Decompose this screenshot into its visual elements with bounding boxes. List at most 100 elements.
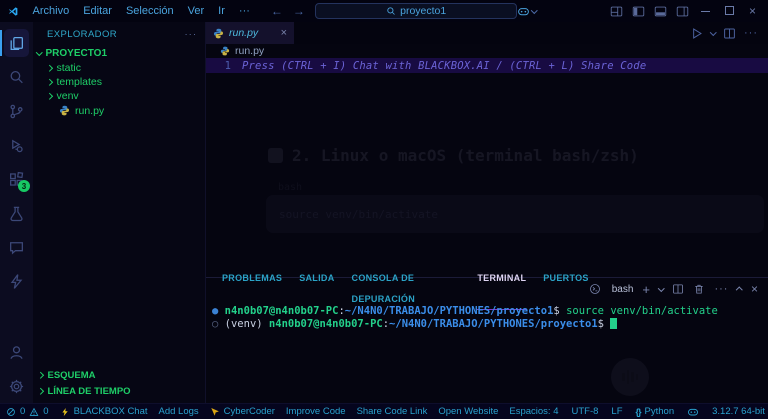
chevron-right-icon	[46, 93, 52, 99]
copilot-status-icon[interactable]	[687, 406, 699, 418]
explorer-title: EXPLORADOR	[47, 29, 117, 40]
python-interpreter-status[interactable]: 3.12.7 64-bit	[712, 406, 765, 417]
new-terminal-icon[interactable]: +	[642, 282, 650, 297]
ghost-code-block: source venv/bin/activate	[266, 195, 764, 233]
bash-terminal-icon	[589, 283, 601, 295]
python-file-icon	[59, 105, 70, 116]
gear-icon	[8, 378, 25, 395]
command-center-search[interactable]: proyecto1	[315, 3, 518, 19]
ghost-code-language: bash	[278, 182, 302, 193]
code-editor[interactable]: 1 Press (CTRL + I) Chat with BLACKBOX.AI…	[206, 58, 768, 277]
status-label: CyberCoder	[224, 406, 275, 417]
settings-button[interactable]	[0, 369, 33, 403]
menu-ir[interactable]: Ir	[211, 0, 232, 22]
add-logs-button[interactable]: Add Logs	[159, 406, 199, 417]
folder-venv[interactable]: venv	[33, 89, 205, 103]
menu-ver[interactable]: Ver	[181, 0, 212, 22]
ghost-bullet-icon	[268, 148, 283, 163]
status-label: Espacios: 4	[509, 406, 558, 417]
explorer-more-actions[interactable]: ···	[185, 29, 198, 40]
chevron-right-icon	[37, 372, 43, 378]
problems-status[interactable]: 0 0	[6, 406, 49, 417]
menu-archivo[interactable]: Archivo	[26, 0, 77, 22]
toggle-sidebar-icon[interactable]	[632, 5, 645, 18]
split-editor-icon[interactable]	[723, 27, 736, 40]
open-website-button[interactable]: Open Website	[438, 406, 498, 417]
activity-search[interactable]	[0, 60, 33, 94]
kill-terminal-trash-icon[interactable]	[693, 283, 705, 295]
activity-extensions[interactable]: 3	[0, 162, 33, 196]
extensions-badge: 3	[18, 180, 30, 192]
chevron-right-icon	[37, 388, 43, 394]
back-arrow-icon[interactable]: ←	[271, 4, 283, 18]
flask-icon	[8, 205, 25, 222]
status-label: Improve Code	[286, 406, 346, 417]
split-terminal-icon[interactable]	[672, 283, 684, 295]
indent-status[interactable]: Espacios: 4	[509, 406, 558, 417]
account-icon	[8, 344, 25, 361]
git-branch-icon	[8, 103, 25, 120]
line-number: 1	[206, 60, 242, 72]
close-button[interactable]: ×	[746, 0, 759, 22]
blackbox-chat-button[interactable]: BLACKBOX Chat	[60, 406, 148, 417]
copilot-icon	[517, 5, 530, 18]
section-label: ESQUEMA	[48, 370, 96, 381]
activity-testing[interactable]	[0, 196, 33, 230]
activity-blackbox[interactable]	[0, 264, 33, 298]
lightning-icon	[60, 407, 70, 417]
status-label: Python	[645, 406, 675, 417]
status-label: BLACKBOX Chat	[74, 406, 148, 417]
menu-editar[interactable]: Editar	[76, 0, 119, 22]
section-label: LÍNEA DE TIEMPO	[48, 386, 131, 397]
activity-run-debug[interactable]	[0, 128, 33, 162]
toggle-secondary-sidebar-icon[interactable]	[676, 5, 689, 18]
cybercoder-button[interactable]: CyberCoder	[210, 406, 275, 417]
terminal-output[interactable]: ● n4n0b07@n4n0b07-PC:~/N4N0/TRABAJO/PYTH…	[206, 300, 768, 403]
menu-more[interactable]: ···	[232, 0, 257, 22]
search-value: proyecto1	[400, 5, 446, 17]
copilot-menu[interactable]	[517, 5, 537, 18]
chevron-right-icon	[46, 79, 52, 85]
run-python-file-icon[interactable]	[690, 27, 703, 40]
comment-icon	[8, 239, 25, 256]
timeline-section[interactable]: LÍNEA DE TIEMPO	[33, 386, 205, 397]
folder-static[interactable]: static	[33, 61, 205, 75]
file-label: run.py	[75, 105, 104, 117]
customize-layout-icon[interactable]	[610, 5, 623, 18]
folder-templates[interactable]: templates	[33, 75, 205, 89]
restore-button[interactable]	[722, 0, 737, 22]
activity-chat[interactable]	[0, 230, 33, 264]
menu-seleccion[interactable]: Selección	[119, 0, 181, 22]
editor-tab-bar: run.py × ···	[206, 22, 768, 44]
improve-code-button[interactable]: Improve Code	[286, 406, 346, 417]
file-run-py[interactable]: run.py	[33, 103, 205, 118]
maximize-panel-chevron-icon[interactable]	[737, 287, 743, 293]
explorer-sidebar: EXPLORADOR ··· PROYECTO1 static template…	[33, 22, 205, 403]
activity-explorer[interactable]	[0, 26, 33, 60]
terminal-dropdown-chevron-icon[interactable]	[658, 285, 664, 291]
activity-source-control[interactable]	[0, 94, 33, 128]
share-code-link-button[interactable]: Share Code Link	[357, 406, 428, 417]
status-bar: 0 0 BLACKBOX Chat Add Logs CyberCoder Im…	[0, 403, 768, 419]
tab-run-py[interactable]: run.py ×	[206, 22, 294, 44]
warning-count: 0	[43, 406, 48, 417]
panel-more-actions[interactable]: ···	[714, 283, 728, 295]
error-count: 0	[20, 406, 25, 417]
toggle-panel-icon[interactable]	[654, 5, 667, 18]
forward-arrow-icon[interactable]: →	[293, 4, 305, 18]
outline-section[interactable]: ESQUEMA	[33, 370, 205, 381]
language-mode-status[interactable]: {} Python	[636, 406, 675, 417]
editor-more-actions[interactable]: ···	[744, 27, 758, 39]
account-button[interactable]	[0, 335, 33, 369]
breadcrumb[interactable]: run.py	[206, 44, 768, 58]
project-root-folder[interactable]: PROYECTO1	[33, 46, 205, 61]
encoding-status[interactable]: UTF-8	[572, 406, 599, 417]
eol-status[interactable]: LF	[611, 406, 622, 417]
run-dropdown-chevron-icon[interactable]	[710, 29, 716, 35]
ghost-voice-button	[611, 358, 649, 396]
tab-close-icon[interactable]: ×	[281, 27, 287, 39]
close-panel-icon[interactable]: ×	[751, 282, 758, 296]
terminal-shell-label[interactable]: bash	[612, 284, 634, 295]
tab-label: run.py	[229, 27, 258, 39]
minimize-button[interactable]	[698, 0, 713, 22]
